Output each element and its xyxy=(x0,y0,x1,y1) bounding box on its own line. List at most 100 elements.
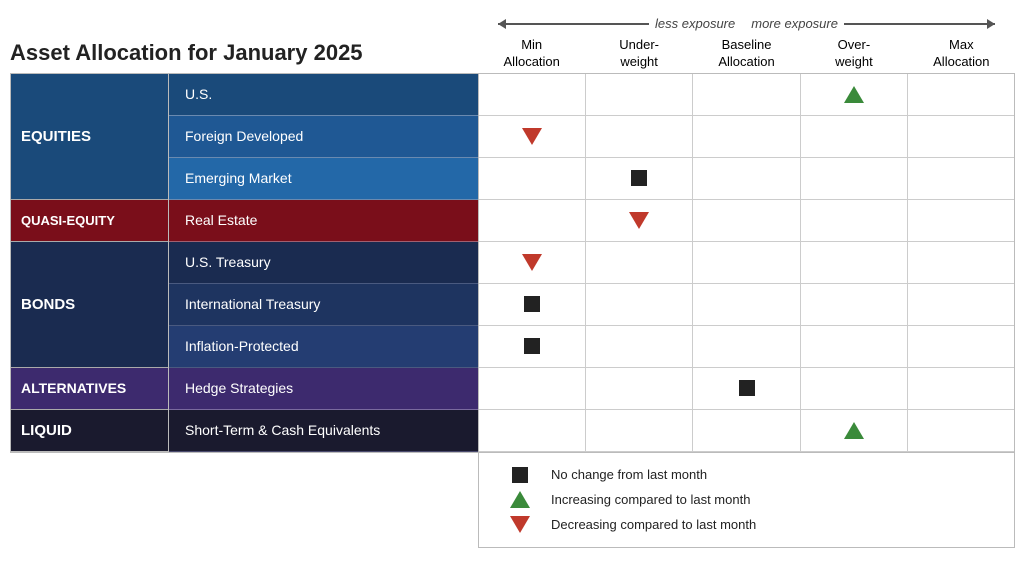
legend-down-symbol xyxy=(503,516,537,533)
cell-us-over xyxy=(801,74,908,115)
up-triangle-icon xyxy=(844,422,864,439)
cell-hs-baseline xyxy=(693,368,800,409)
legend-item-square: No change from last month xyxy=(503,467,990,483)
up-triangle-icon xyxy=(844,86,864,103)
main-table: EQUITIES QUASI-EQUITY BONDS ALTERNATIVES… xyxy=(10,73,1015,453)
cell-foreign-under xyxy=(586,116,693,157)
asset-shortterm: Short-Term & Cash Equivalents xyxy=(169,410,478,452)
cell-ust-max xyxy=(908,242,1014,283)
title-area: Asset Allocation for January 2025 xyxy=(10,10,478,66)
cell-ust-baseline xyxy=(693,242,800,283)
cell-ust-under xyxy=(586,242,693,283)
square-icon xyxy=(739,380,755,396)
asset-emerging: Emerging Market xyxy=(169,158,478,200)
cell-ip-under xyxy=(586,326,693,367)
asset-ustreasury: U.S. Treasury xyxy=(169,242,478,284)
data-row-intltreasury xyxy=(479,284,1014,326)
cell-emerging-under xyxy=(586,158,693,199)
cell-ip-max xyxy=(908,326,1014,367)
legend-up-text: Increasing compared to last month xyxy=(551,492,750,507)
square-icon xyxy=(512,467,528,483)
less-exposure-label: less exposure xyxy=(655,16,735,31)
legend: No change from last month Increasing com… xyxy=(478,453,1015,548)
column-headers: MinAllocation Under-weight BaselineAlloc… xyxy=(478,35,1015,73)
category-column: EQUITIES QUASI-EQUITY BONDS ALTERNATIVES… xyxy=(11,74,169,452)
cell-foreign-baseline xyxy=(693,116,800,157)
col-header-min: MinAllocation xyxy=(478,35,585,73)
col-header-max: MaxAllocation xyxy=(908,35,1015,73)
cell-us-max xyxy=(908,74,1014,115)
cell-liq-over xyxy=(801,410,908,451)
cell-ip-over xyxy=(801,326,908,367)
exposure-arrows: less exposure more exposure xyxy=(478,16,1015,31)
cell-liq-max xyxy=(908,410,1014,451)
col-header-over: Over-weight xyxy=(800,35,907,73)
cell-emerging-max xyxy=(908,158,1014,199)
data-row-liquid xyxy=(479,410,1014,452)
asset-foreign: Foreign Developed xyxy=(169,116,478,158)
cell-us-under xyxy=(586,74,693,115)
square-icon xyxy=(524,338,540,354)
cat-liquid: LIQUID xyxy=(11,410,168,452)
asset-column: U.S. Foreign Developed Emerging Market R… xyxy=(169,74,479,452)
down-triangle-icon xyxy=(629,212,649,229)
cell-re-max xyxy=(908,200,1014,241)
cell-emerging-over xyxy=(801,158,908,199)
right-arrow-line xyxy=(844,23,995,25)
square-icon xyxy=(524,296,540,312)
cell-foreign-over xyxy=(801,116,908,157)
cell-re-over xyxy=(801,200,908,241)
data-row-inflation xyxy=(479,326,1014,368)
cell-us-baseline xyxy=(693,74,800,115)
cell-hs-over xyxy=(801,368,908,409)
cell-us-min xyxy=(479,74,586,115)
cell-it-min xyxy=(479,284,586,325)
main-container: Asset Allocation for January 2025 less e… xyxy=(10,10,1015,548)
cell-re-min xyxy=(479,200,586,241)
col-header-under: Under-weight xyxy=(585,35,692,73)
data-row-emerging xyxy=(479,158,1014,200)
cell-emerging-baseline xyxy=(693,158,800,199)
asset-realestate: Real Estate xyxy=(169,200,478,242)
legend-down-text: Decreasing compared to last month xyxy=(551,517,756,532)
asset-intltreasury: International Treasury xyxy=(169,284,478,326)
more-exposure-label: more exposure xyxy=(751,16,838,31)
cell-foreign-max xyxy=(908,116,1014,157)
cell-foreign-min xyxy=(479,116,586,157)
cat-equities: EQUITIES xyxy=(11,74,168,200)
cell-hs-under xyxy=(586,368,693,409)
cell-it-baseline xyxy=(693,284,800,325)
page-title: Asset Allocation for January 2025 xyxy=(10,40,478,66)
col-header-baseline: BaselineAllocation xyxy=(693,35,800,73)
left-arrow-line xyxy=(498,23,649,25)
cat-alternatives: ALTERNATIVES xyxy=(11,368,168,410)
square-icon xyxy=(631,170,647,186)
cell-liq-under xyxy=(586,410,693,451)
cell-liq-min xyxy=(479,410,586,451)
cat-quasi-equity: QUASI-EQUITY xyxy=(11,200,168,242)
legend-square-text: No change from last month xyxy=(551,467,707,482)
cell-it-over xyxy=(801,284,908,325)
data-columns xyxy=(479,74,1014,452)
cell-it-max xyxy=(908,284,1014,325)
legend-square-symbol xyxy=(503,467,537,483)
cell-liq-baseline xyxy=(693,410,800,451)
cell-re-under xyxy=(586,200,693,241)
cell-ust-min xyxy=(479,242,586,283)
cell-emerging-min xyxy=(479,158,586,199)
cell-ip-min xyxy=(479,326,586,367)
asset-inflation: Inflation-Protected xyxy=(169,326,478,368)
cell-re-baseline xyxy=(693,200,800,241)
down-triangle-icon xyxy=(522,254,542,271)
data-row-ustreasury xyxy=(479,242,1014,284)
down-triangle-icon xyxy=(522,128,542,145)
asset-hedge: Hedge Strategies xyxy=(169,368,478,410)
cell-ip-baseline xyxy=(693,326,800,367)
cell-hs-max xyxy=(908,368,1014,409)
legend-item-up: Increasing compared to last month xyxy=(503,491,990,508)
cat-bonds: BONDS xyxy=(11,242,168,368)
data-row-foreign xyxy=(479,116,1014,158)
down-triangle-icon xyxy=(510,516,530,533)
asset-us: U.S. xyxy=(169,74,478,116)
legend-up-symbol xyxy=(503,491,537,508)
